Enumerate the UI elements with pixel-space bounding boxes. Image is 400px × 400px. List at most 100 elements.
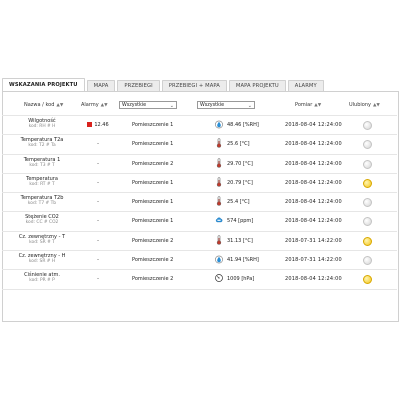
sensor-code: kod: RH # H: [28, 124, 56, 129]
table-row[interactable]: Ciśnienie atm. kod: PR # P - Pomieszczenie …: [2, 269, 397, 290]
header-alarm[interactable]: Alarmy ▲▼: [81, 102, 108, 108]
sensor-name-cell[interactable]: Temperatura T2b kod: T7 # Tb: [2, 195, 82, 207]
tab-alarmy[interactable]: ALARMY: [287, 80, 324, 91]
reading-value: 48.46 [%RH]: [227, 122, 259, 128]
chevron-down-icon: ⌄: [169, 103, 174, 109]
reading-value: 20.79 [°C]: [227, 179, 253, 186]
sort-arrows-icon[interactable]: ▲▼: [56, 103, 63, 108]
location-cell: Pomieszczenie 2: [132, 237, 174, 244]
table-row[interactable]: Cz. zewnętrzny - Hkod: SR # H - Pomieszcze…: [2, 250, 397, 269]
reading-value: 41.94 [%RH]: [227, 257, 259, 264]
table-row[interactable]: Temperatura kod: RT # T - Pomieszczenie 1 20…: [2, 172, 397, 192]
thermometer-icon: [215, 196, 223, 206]
measurement-time: 2018-08-04 12:24:00: [285, 179, 342, 186]
measurement-time: 2018-08-04 12:24:00: [285, 199, 342, 206]
alarm-value: -: [97, 276, 99, 283]
header-name[interactable]: Nazwa / kod ▲▼: [24, 102, 63, 108]
thermometer-icon: [215, 177, 223, 187]
location-cell: Pomieszczenie 1: [132, 199, 174, 206]
alarm-value: -: [97, 141, 99, 148]
header-measured[interactable]: Pomiar ▲▼: [295, 102, 321, 108]
sensor-code: kod: RT # T: [29, 181, 55, 187]
sort-arrows-icon[interactable]: ▲▼: [101, 103, 108, 108]
location-cell: Pomieszczenie 1: [132, 122, 174, 128]
measurement-time: 2018-07-31 14:22:00: [285, 257, 342, 264]
value-filter-select[interactable]: Wszystkie ⌄: [197, 101, 255, 109]
header-alarm-label: Alarmy: [81, 102, 99, 108]
table-row[interactable]: Cz. zewnętrzny - Tkod: SR # T - Pomieszcze…: [2, 230, 397, 250]
favourite-toggle-icon[interactable]: [363, 121, 372, 130]
tab-mapa[interactable]: MAPA: [86, 80, 116, 91]
measurement-time: 2018-08-04 12:24:00: [285, 160, 342, 167]
measurement-time: 2018-08-04 12:24:00: [285, 218, 342, 225]
alarm-value: -: [97, 199, 99, 206]
header-favourite[interactable]: Ulubiony ▲▼: [349, 102, 380, 108]
sensor-code: kod: SR # T: [29, 239, 55, 245]
location-cell: Pomieszczenie 1: [132, 218, 174, 225]
table-row[interactable]: Temperatura 1 kod: T3 # T - Pomieszczenie 2…: [2, 153, 397, 173]
sensor-code: kod: CC # CO2: [25, 220, 59, 226]
sensor-name-cell[interactable]: Cz. zewnętrzny - Hkod: SR # H: [2, 253, 82, 265]
table-row[interactable]: Stężenie CO2 kod: CC # CO2 - Pomieszczenie …: [2, 211, 397, 230]
sensor-name-cell[interactable]: Ciśnienie atm. kod: PR # P: [2, 272, 82, 284]
alarm-cell: -: [84, 257, 112, 263]
reading-value: 25.4 [°C]: [227, 199, 250, 206]
reading-value: 25.6 [°C]: [227, 141, 250, 148]
measurement-time: 2018-07-31 14:22:00: [285, 237, 342, 244]
sensor-name: Cz. zewnętrzny - T: [18, 233, 66, 240]
location-cell: Pomieszczenie 2: [132, 160, 174, 167]
alarm-cell: -: [84, 238, 112, 244]
location-filter-select[interactable]: Wszystkie ⌄: [119, 101, 177, 109]
tab-mapa-projektu[interactable]: MAPA PROJEKTU: [228, 80, 286, 91]
location-cell: Pomieszczenie 1: [132, 141, 174, 148]
favourite-toggle-icon[interactable]: [363, 140, 372, 150]
table-row[interactable]: Wilgotność kod: RH # H 12.46 Pomieszczenie …: [2, 115, 397, 134]
sensor-name-cell[interactable]: Wilgotność kod: RH # H: [2, 118, 82, 130]
favourite-toggle-icon[interactable]: [363, 275, 372, 285]
alarm-cell: -: [84, 141, 112, 147]
reading-value: 574 [ppm]: [227, 218, 254, 225]
sensor-name-cell[interactable]: Stężenie CO2 kod: CC # CO2: [2, 214, 82, 226]
reading-value: 31.13 [°C]: [227, 237, 253, 244]
thermometer-icon: [215, 234, 223, 245]
location-cell: Pomieszczenie 1: [132, 179, 174, 186]
thermometer-icon: [215, 157, 223, 168]
alarm-cell: 12.46: [84, 122, 112, 128]
sensor-name-cell[interactable]: Cz. zewnętrzny - Tkod: SR # T: [2, 234, 82, 246]
favourite-toggle-icon[interactable]: [363, 256, 372, 266]
chevron-down-icon: ⌄: [247, 103, 252, 109]
reading-value: 29.70 [°C]: [227, 160, 253, 167]
table-row[interactable]: Temperatura T2a kod: T2 # Ta - Pomieszczeni…: [2, 134, 397, 153]
sort-arrows-icon[interactable]: ▲▼: [314, 103, 321, 108]
tab-bar: WSKAZANIA PROJEKTU MAPA PRZEBIEGI PRZEBI…: [2, 78, 326, 91]
sensor-name: Temperatura 1: [23, 156, 61, 163]
alarm-cell: -: [84, 276, 112, 282]
sensor-name-cell[interactable]: Temperatura 1 kod: T3 # T: [2, 157, 82, 169]
table-row[interactable]: Temperatura T2b kod: T7 # Tb - Pomieszczeni…: [2, 192, 397, 211]
sensor-code: kod: T7 # Tb: [27, 201, 57, 207]
measurement-time: 2018-08-04 12:24:00: [285, 122, 342, 128]
tab-przebiegi[interactable]: PRZEBIEGI: [117, 80, 160, 91]
humidity-drop-icon: [215, 254, 223, 264]
sensor-code: kod: T3 # T: [29, 162, 55, 168]
thermometer-icon: [215, 138, 223, 149]
favourite-toggle-icon[interactable]: [363, 217, 372, 227]
header-name-label: Nazwa / kod: [24, 102, 55, 108]
favourite-toggle-icon[interactable]: [363, 198, 372, 208]
alarm-value: -: [97, 237, 99, 244]
sort-arrows-icon[interactable]: ▲▼: [373, 103, 380, 108]
alarm-cell: -: [84, 180, 112, 186]
pressure-gauge-icon: [215, 273, 223, 283]
tab-przebiegi-mapa[interactable]: PRZEBIEGI + MAPA: [161, 80, 227, 91]
value-filter-value: Wszystkie: [200, 103, 225, 108]
tab-wskazania-projektu[interactable]: WSKAZANIA PROJEKTU: [2, 78, 85, 91]
alarm-value: -: [97, 257, 99, 264]
sensor-name-cell[interactable]: Temperatura kod: RT # T: [2, 176, 82, 188]
favourite-toggle-icon[interactable]: [363, 236, 372, 246]
favourite-toggle-icon[interactable]: [363, 178, 372, 188]
favourite-toggle-icon[interactable]: [363, 159, 372, 169]
alarm-value: -: [97, 160, 99, 167]
sensor-name-cell[interactable]: Temperatura T2a kod: T2 # Ta: [2, 137, 82, 149]
reading-value: 1009 [hPa]: [227, 276, 255, 283]
location-cell: Pomieszczenie 2: [132, 257, 174, 264]
